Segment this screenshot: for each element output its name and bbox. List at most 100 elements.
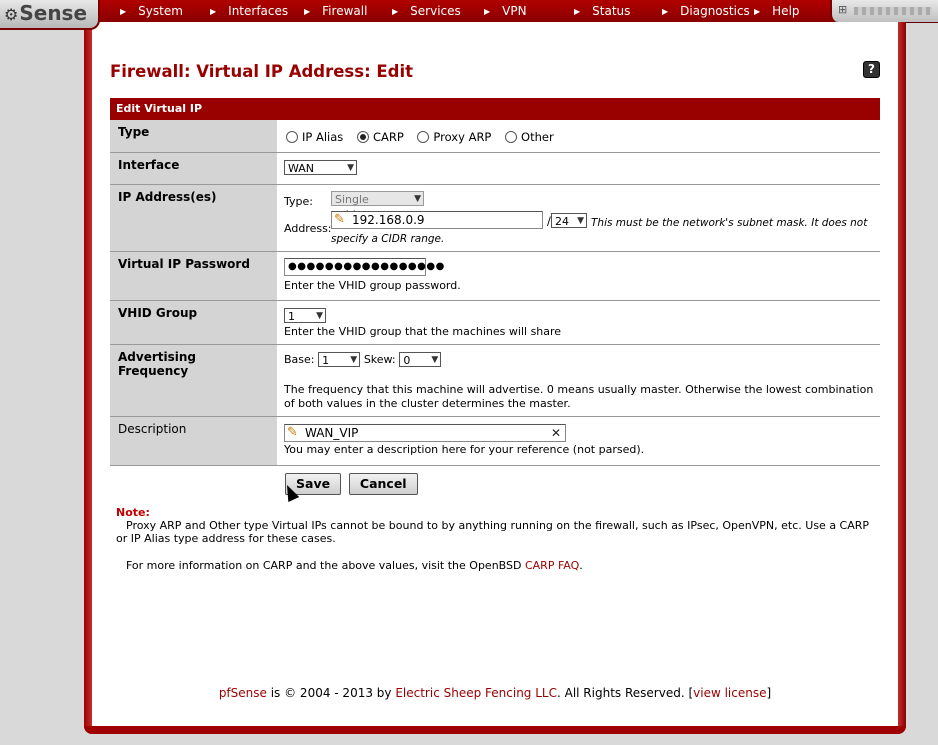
row-interface: Interface WAN ▼	[110, 153, 880, 185]
vip-password-hint: Enter the VHID group password.	[284, 279, 461, 292]
hostname-box: ⊞	[830, 0, 938, 22]
interface-select-value: WAN	[288, 162, 315, 175]
nav-arrow-icon: ▶	[754, 7, 761, 16]
radio-proxy-arp[interactable]	[417, 130, 430, 143]
row-vhid-group: VHID Group 1 ▼ Enter the VHID group that …	[110, 301, 880, 345]
nav-system[interactable]: ▶ System	[120, 0, 183, 22]
base-select[interactable]: 1 ▼	[318, 352, 361, 367]
note-more-info: For more information on CARP and the abo…	[116, 559, 876, 572]
skew-select[interactable]: 0 ▼	[399, 352, 442, 367]
nav-label: Interfaces	[228, 4, 289, 18]
carp-faq-link[interactable]: CARP FAQ	[525, 559, 579, 572]
nav-label: Firewall	[322, 4, 368, 18]
nav-firewall[interactable]: ▶ Firewall	[304, 0, 367, 22]
description-input[interactable]: ✎ WAN_VIP ✕	[284, 424, 566, 442]
nav-arrow-icon: ▶	[304, 7, 311, 16]
pfsense-link[interactable]: pfSense	[219, 686, 267, 700]
note-more-info-text: For more information on CARP and the abo…	[126, 559, 525, 572]
chevron-down-icon: ▼	[350, 355, 358, 365]
vip-password-dots: ●●●●●●●●●●●●●●●●●	[288, 261, 445, 272]
ip-address-label: IP Address(es)	[110, 185, 278, 251]
pencil-icon: ✎	[287, 425, 298, 440]
type-label: Type	[110, 120, 278, 152]
note-more-info-end: .	[579, 559, 583, 572]
logo-icon: ⚙	[4, 5, 19, 24]
interface-cell: WAN ▼	[278, 153, 880, 184]
radio-label: Other	[521, 129, 554, 144]
company-link[interactable]: Electric Sheep Fencing LLC	[395, 686, 557, 700]
chevron-down-icon: ▼	[316, 311, 323, 321]
frame-right	[898, 22, 906, 734]
nav-help[interactable]: ▶ Help	[754, 0, 800, 22]
page-title: Firewall: Virtual IP Address: Edit	[110, 62, 414, 81]
nav-label: Status	[592, 4, 631, 18]
address-label: Address:	[284, 222, 332, 235]
footer-rights: . All Rights Reserved. [	[556, 686, 694, 700]
nav-vpn[interactable]: ▶ VPN	[484, 0, 527, 22]
radio-label: IP Alias	[302, 129, 344, 144]
view-license-link[interactable]: view license	[693, 686, 766, 700]
form-header: Edit Virtual IP	[110, 98, 880, 120]
chevron-down-icon: ▼	[414, 194, 421, 204]
frame-left	[84, 22, 92, 734]
interface-label: Interface	[110, 153, 278, 184]
pfsense-logo[interactable]: ⚙Sense	[0, 0, 100, 30]
vhid-group-label: VHID Group	[110, 301, 278, 344]
edit-vip-form: Edit Virtual IP Type IP Alias CARP Proxy…	[110, 98, 880, 495]
nav-diagnostics[interactable]: ▶ Diagnostics	[662, 0, 750, 22]
footer: pfSense is © 2004 - 2013 by Electric She…	[92, 686, 898, 700]
nav-arrow-icon: ▶	[484, 7, 491, 16]
subnet-mask-hint: This must be the network's subnet mask. …	[331, 217, 868, 245]
top-nav-bar: ▶ System ▶ Interfaces ▶ Firewall ▶ Services …	[0, 0, 938, 23]
radio-other[interactable]	[505, 130, 518, 143]
interface-select[interactable]: WAN ▼	[284, 160, 357, 175]
vhid-group-select[interactable]: 1 ▼	[284, 308, 326, 323]
skew-label: Skew:	[363, 353, 396, 366]
logo-text: Sense	[19, 1, 88, 25]
nav-arrow-icon: ▶	[392, 7, 399, 16]
network-icon: ⊞	[838, 3, 848, 16]
nav-arrow-icon: ▶	[662, 7, 669, 16]
footer-end: ]	[766, 686, 772, 700]
frame-bottom	[84, 726, 906, 734]
ip-address-cell: Type: Single address▼ Address: ✎192.168.…	[278, 185, 880, 251]
footer-text: is © 2004 - 2013 by	[266, 686, 396, 700]
adv-freq-label: Advertising Frequency	[110, 345, 278, 416]
nav-arrow-icon: ▶	[120, 7, 127, 16]
vip-password-label: Virtual IP Password	[110, 252, 278, 300]
radio-carp[interactable]	[356, 130, 369, 143]
note-title: Note:	[116, 506, 150, 519]
chevron-down-icon: ▼	[431, 355, 439, 365]
ip-type-select[interactable]: Single address▼	[331, 191, 424, 221]
description-input-value: WAN_VIP	[305, 426, 359, 440]
note-block: Note: Proxy ARP and Other type Virtual I…	[116, 506, 876, 572]
vip-password-cell: ●●●●●●●●●●●●●●●●● Enter the VHID group p…	[278, 252, 880, 300]
row-ip-address: IP Address(es) Type: Single address▼ Add…	[110, 185, 880, 252]
radio-label: Proxy ARP	[433, 129, 492, 144]
vhid-group-hint: Enter the VHID group that the machines w…	[284, 325, 562, 338]
nav-label: Help	[772, 4, 800, 18]
radio-label: CARP	[372, 129, 404, 144]
row-type: Type IP Alias CARP Proxy ARP Other	[110, 120, 880, 153]
radio-ip-alias[interactable]	[286, 130, 298, 143]
nav-label: VPN	[502, 4, 527, 18]
content-panel: Firewall: Virtual IP Address: Edit ? Edi…	[92, 22, 898, 726]
nav-label: Services	[410, 4, 461, 18]
cancel-button[interactable]: Cancel	[348, 473, 418, 495]
row-advertising-frequency: Advertising Frequency Base: 1 ▼ Skew: 0 ▼ …	[110, 345, 880, 417]
row-vip-password: Virtual IP Password ●●●●●●●●●●●●●●●●● En…	[110, 252, 880, 301]
chevron-down-icon: ▼	[347, 163, 354, 173]
base-label: Base:	[284, 353, 315, 366]
description-hint: You may enter a description here for you…	[284, 443, 645, 456]
vip-password-input[interactable]: ●●●●●●●●●●●●●●●●●	[284, 258, 444, 276]
nav-services[interactable]: ▶ Services	[392, 0, 461, 22]
adv-freq-cell: Base: 1 ▼ Skew: 0 ▼ The frequency that thi…	[278, 345, 880, 416]
help-icon[interactable]: ?	[863, 61, 880, 78]
nav-status[interactable]: ▶ Status	[574, 0, 630, 22]
nav-interfaces[interactable]: ▶ Interfaces	[210, 0, 288, 22]
vhid-group-value: 1	[288, 310, 295, 323]
nav-arrow-icon: ▶	[210, 7, 217, 16]
base-value: 1	[322, 354, 330, 367]
vhid-group-cell: 1 ▼ Enter the VHID group that the machine…	[278, 301, 880, 344]
clear-icon[interactable]: ✕	[551, 425, 561, 441]
